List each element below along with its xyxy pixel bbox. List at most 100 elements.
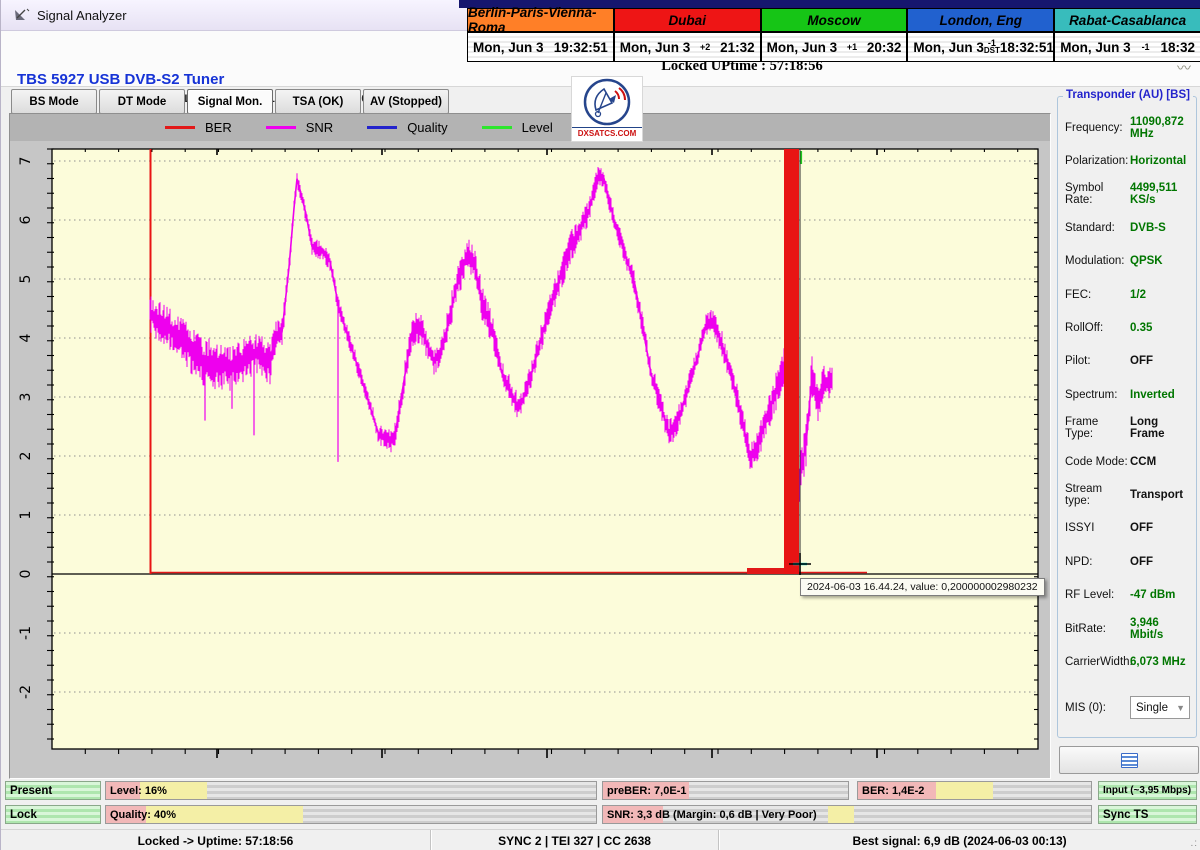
satellite-dish-icon (13, 7, 31, 23)
clock-date: Mon, Jun 3 (767, 40, 838, 55)
transponder-row-value: 4499,511 KS/s (1130, 182, 1194, 206)
transponder-row-value: CCM (1130, 456, 1156, 468)
transponder-row-polarization-: Polarization:Horizontal (1065, 144, 1194, 177)
quality-bar: Quality: 40% (105, 805, 597, 824)
transponder-row-label: Spectrum: (1065, 389, 1128, 401)
quality-bar-label: Quality: 40% (110, 806, 176, 823)
transponder-row-label: BitRate: (1065, 623, 1128, 635)
lock-indicator: Lock (5, 805, 101, 824)
svg-text:5: 5 (18, 275, 34, 284)
tab-dt-mode[interactable]: DT Mode (99, 89, 185, 114)
transponder-row-label: Pilot: (1065, 355, 1128, 367)
clock-time-value: 18:32:51 (1000, 40, 1054, 55)
transponder-row-frame-type-: Frame Type:Long Frame (1065, 412, 1194, 445)
clock-city-label: Moscow (762, 9, 907, 33)
transponder-row-value: 3,946 Mbit/s (1130, 617, 1194, 641)
svg-text:7: 7 (18, 157, 34, 166)
transponder-row-label: RF Level: (1065, 589, 1128, 601)
sync-ts-indicator: Sync TS (1098, 805, 1197, 824)
chart-tooltip: 2024-06-03 16.44.24, value: 0,2000000029… (800, 578, 1045, 596)
signal-chart[interactable]: 76543210-1-2 (10, 114, 1050, 778)
ber-bar-label: BER: 1,4E-2 (862, 782, 924, 799)
clock-date: Mon, Jun 3 (620, 40, 691, 55)
clock-utc-offset: -1DST (984, 39, 1000, 55)
stripes-icon (1121, 753, 1138, 768)
snr-bar-fill (828, 806, 854, 823)
transponder-row-value: 1/2 (1130, 289, 1146, 301)
transponder-group: Transponder (AU) [BS] Frequency:11090,87… (1057, 96, 1197, 738)
tab-bs-mode[interactable]: BS Mode (11, 89, 97, 114)
dxsatcs-logo-emblem (582, 77, 632, 127)
transponder-row-symbol-rate-: Symbol Rate:4499,511 KS/s (1065, 178, 1194, 211)
signal-analyzer-window: Signal Analyzer TBS 5927 USB DVB-S2 Tune… (0, 0, 1200, 850)
transponder-row-modulation-: Modulation:QPSK (1065, 245, 1194, 278)
transponder-row-label: NPD: (1065, 556, 1128, 568)
ber-bar: BER: 1,4E-2 (857, 781, 1092, 800)
transponder-row-value: OFF (1130, 355, 1153, 367)
clock-time-value: 19:32:51 (554, 40, 608, 55)
svg-text:3: 3 (18, 393, 34, 402)
clock-time-row: Mon, Jun 3-1DST18:32:51 (908, 33, 1053, 61)
transponder-row-npd-: NPD:OFF (1065, 545, 1194, 578)
transponder-row-label: Standard: (1065, 222, 1128, 234)
svg-text:6: 6 (18, 215, 34, 224)
tab-signal-mon-[interactable]: Signal Mon. (187, 89, 273, 114)
mode-tabs: BS ModeDT ModeSignal Mon.TSA (OK)AV (Sto… (11, 89, 449, 114)
clock-time-row: Mon, Jun 3+221:32 (615, 33, 760, 61)
transponder-row-value: -47 dBm (1130, 589, 1175, 601)
level-bar-label: Level: 16% (110, 782, 167, 799)
mis-selected-value: Single (1136, 702, 1168, 714)
present-indicator: Present (5, 781, 101, 800)
tab-av-stopped-[interactable]: AV (Stopped) (363, 89, 449, 114)
transponder-row-label: Frame Type: (1065, 416, 1128, 440)
clock-time-value: 21:32 (720, 40, 755, 55)
transponder-row-value: 6,073 MHz (1130, 656, 1186, 668)
clock-berlin-paris-vienna-roma: Berlin-Paris-Vienna-RomaMon, Jun 319:32:… (468, 9, 613, 61)
dxsatcs-logo-text: DXSATCS.COM (572, 127, 642, 138)
svg-text:0: 0 (18, 570, 34, 579)
signature-icon: 〰 (1177, 58, 1191, 78)
status-segment-1: Locked -> Uptime: 57:18:56 (1, 830, 431, 850)
world-clocks: Berlin-Paris-Vienna-RomaMon, Jun 319:32:… (467, 8, 1200, 62)
transponder-row-rolloff-: RollOff:0.35 (1065, 311, 1194, 344)
input-indicator: Input (~3,95 Mbps) (1098, 781, 1197, 800)
chevron-down-icon: ▼ (1176, 703, 1189, 713)
transponder-row-rf-level-: RF Level:-47 dBm (1065, 578, 1194, 611)
transponder-row-label: CarrierWidth: (1065, 656, 1128, 668)
tab-tsa-ok-[interactable]: TSA (OK) (275, 89, 361, 114)
transponder-row-value: DVB-S (1130, 222, 1166, 234)
clock-city-label: Dubai (615, 9, 760, 33)
transponder-row-label: Polarization: (1065, 155, 1128, 167)
transponder-row-value: Transport (1130, 489, 1183, 501)
resize-grip-icon[interactable]: .: (1190, 838, 1198, 849)
export-snapshot-button[interactable] (1059, 746, 1199, 774)
clock-time-value: 20:32 (867, 40, 902, 55)
transponder-row-value: QPSK (1130, 255, 1163, 267)
transponder-row-label: FEC: (1065, 289, 1128, 301)
preber-bar: preBER: 7,0E-1 (602, 781, 849, 800)
transponder-row-carrierwidth-: CarrierWidth:6,073 MHz (1065, 645, 1194, 678)
tuner-name: TBS 5927 USB DVB-S2 Tuner (17, 71, 224, 88)
clock-date: Mon, Jun 3 (913, 40, 984, 55)
transponder-row-value: 0.35 (1130, 322, 1152, 334)
transponder-row-frequency-: Frequency:11090,872 MHz (1065, 111, 1194, 144)
transponder-row-value: 11090,872 MHz (1130, 116, 1194, 140)
snr-bar-label: SNR: 3,3 dB (Margin: 0,6 dB | Very Poor) (607, 806, 817, 823)
mis-select[interactable]: Single ▼ (1130, 696, 1190, 719)
transponder-rows: Frequency:11090,872 MHzPolarization:Hori… (1065, 111, 1194, 679)
mis-label: MIS (0): (1065, 702, 1128, 714)
transponder-row-value: Long Frame (1130, 416, 1194, 440)
ber-bar-fill (936, 782, 993, 799)
status-segment-3: Best signal: 6,9 dB (2024-06-03 00:13) (719, 830, 1200, 850)
clock-moscow: Moscow Mon, Jun 3+120:32 (762, 9, 907, 61)
clock-time-row: Mon, Jun 3-118:32 (1055, 33, 1200, 61)
svg-text:-1: -1 (18, 626, 34, 640)
clock-city-label: Rabat-Casablanca (1055, 9, 1200, 33)
clock-rabat-casablanca: Rabat-CasablancaMon, Jun 3-118:32 (1055, 9, 1200, 61)
window-title: Signal Analyzer (37, 8, 127, 23)
transponder-row-value: Horizontal (1130, 155, 1186, 167)
transponder-row-label: Code Mode: (1065, 456, 1128, 468)
transponder-row-stream-type-: Stream type:Transport (1065, 478, 1194, 511)
transponder-row-label: ISSYI (1065, 522, 1128, 534)
clock-utc-offset: +1 (837, 43, 867, 51)
